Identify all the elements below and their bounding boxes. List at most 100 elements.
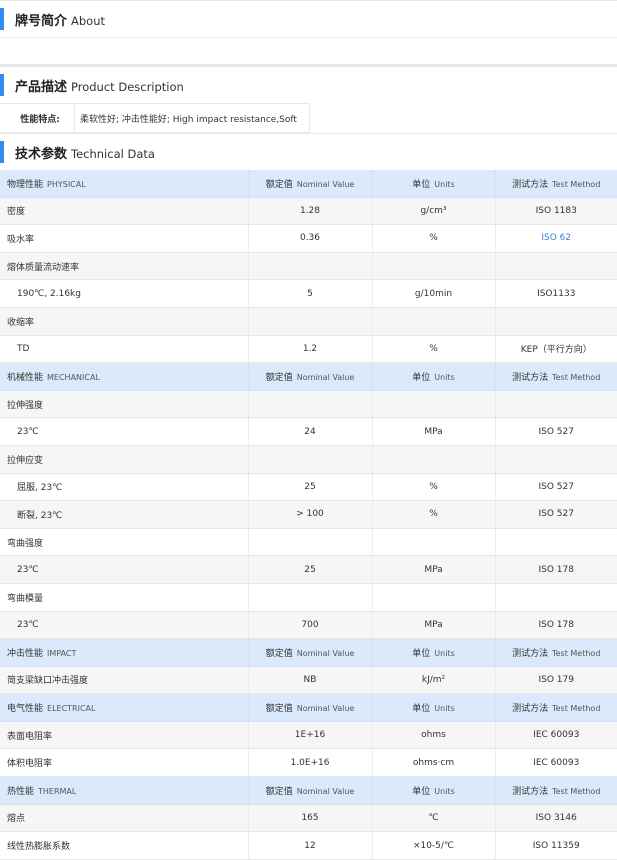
unit-value (372, 528, 496, 557)
test-method: ISO 179 (495, 666, 617, 695)
nominal-header: 额定值 Nominal Value (248, 776, 373, 805)
units-header-zh: 单位 (412, 179, 431, 190)
nominal-header-zh: 额定值 (265, 179, 293, 190)
unit-value: g/10min (372, 279, 496, 308)
table-row: 弯曲模量 (0, 583, 617, 612)
nominal-value: 700 (248, 611, 373, 640)
group-header-row: 热性能 THERMAL 额定值 Nominal Value 单位 Units 测试方法 Tes… (0, 776, 617, 805)
property-name: 190℃, 2.16kg (0, 279, 249, 308)
table-row: 断裂, 23℃ > 100% ISO 527 (0, 500, 617, 529)
unit-value: ×10-5/℃ (372, 831, 496, 860)
test-method (495, 307, 617, 336)
units-header-en: Units (434, 648, 455, 658)
section-accent-bar (0, 141, 4, 163)
about-title-en: About (71, 13, 106, 28)
test-method: ISO 527 (495, 417, 617, 446)
unit-value (372, 390, 496, 419)
nominal-header: 额定值 Nominal Value (248, 362, 373, 391)
units-header-zh: 单位 (412, 786, 431, 797)
group-header-row: 冲击性能 IMPACT 额定值 Nominal Value 单位 Units 测试方法 Tes… (0, 638, 617, 667)
tech-title: 技术参数 Technical Data (15, 143, 155, 162)
unit-value: % (372, 500, 496, 529)
unit-value: ℃ (372, 804, 496, 833)
test-method: KEP（平行方向） (495, 335, 617, 364)
method-header-zh: 测试方法 (512, 648, 549, 659)
about-body (0, 37, 617, 66)
tech-section: 技术参数 Technical Data 物理性能 PHYSICAL 额定值 Nomina… (0, 133, 617, 860)
unit-value (372, 583, 496, 612)
nominal-header-en: Nominal Value (296, 704, 355, 714)
group-header-row: 电气性能 ELECTRICAL 额定值 Nominal Value 单位 Units 测试方… (0, 693, 617, 722)
nominal-value: 12 (248, 831, 373, 860)
test-method: ISO1133 (495, 279, 617, 308)
table-row: 表面电阻率 1E+16 ohms IEC 60093 (0, 721, 617, 750)
method-header: 测试方法 Test Method (495, 693, 617, 722)
unit-value: % (372, 473, 496, 502)
group-title-zh: 电气性能 (7, 704, 44, 715)
unit-value: % (372, 224, 496, 253)
about-header: 牌号简介 About (0, 0, 617, 37)
unit-value: % (372, 335, 496, 364)
test-method: ISO 11359 (495, 831, 617, 860)
property-name: 屈服, 23℃ (0, 473, 249, 502)
product-section: 产品描述 Product Description 性能特点: 柔软性好; 冲击性能… (0, 66, 617, 133)
units-header-zh: 单位 (412, 372, 431, 383)
nominal-value: 1E+16 (248, 721, 373, 750)
unit-value: MPa (372, 417, 496, 446)
units-header: 单位 Units (372, 776, 496, 805)
group-title: 物理性能 PHYSICAL (0, 170, 249, 198)
units-header: 单位 Units (372, 362, 496, 391)
property-name: 表面电阻率 (0, 721, 249, 750)
method-header: 测试方法 Test Method (495, 638, 617, 667)
units-header-en: Units (434, 786, 455, 796)
group-header-row: 物理性能 PHYSICAL 额定值 Nominal Value 单位 Units 测试方法 T… (0, 170, 617, 198)
property-name: 熔点 (0, 804, 249, 833)
property-name: 拉伸强度 (0, 390, 249, 419)
table-row: 23℃ 24 MPa ISO 527 (0, 417, 617, 446)
table-row: 熔点 165 ℃ ISO 3146 (0, 804, 617, 833)
method-header: 测试方法 Test Method (495, 776, 617, 805)
nominal-value: 165 (248, 804, 373, 833)
group-title-en: ELECTRICAL (47, 704, 96, 714)
nominal-value (248, 390, 373, 419)
test-method: ISO 178 (495, 611, 617, 640)
test-method-link[interactable]: ISO 62 (495, 224, 617, 253)
property-name: 弯曲强度 (0, 528, 249, 557)
nominal-value: 5 (248, 279, 373, 308)
method-header: 测试方法 Test Method (495, 170, 617, 198)
nominal-header-zh: 额定值 (265, 704, 293, 715)
unit-value: MPa (372, 555, 496, 584)
table-row: TD 1.2% KEP（平行方向） (0, 335, 617, 364)
nominal-header-en: Nominal Value (296, 372, 355, 382)
method-header-zh: 测试方法 (512, 704, 549, 715)
property-name: 熔体质量流动速率 (0, 252, 249, 281)
nominal-value: 1.28 (248, 197, 373, 226)
property-name: 断裂, 23℃ (0, 500, 249, 529)
nominal-value (248, 583, 373, 612)
test-method (495, 252, 617, 281)
nominal-value (248, 307, 373, 336)
property-name: 收缩率 (0, 307, 249, 336)
table-row: 密度 1.28 g/cm³ ISO 1183 (0, 197, 617, 226)
units-header: 单位 Units (372, 638, 496, 667)
group-title-en: THERMAL (38, 786, 77, 796)
units-header-en: Units (434, 372, 455, 382)
method-header-zh: 测试方法 (512, 372, 549, 383)
table-row: 线性热膨胀系数 12 ×10-5/℃ ISO 11359 (0, 831, 617, 860)
units-header: 单位 Units (372, 693, 496, 722)
features-row: 性能特点: 柔软性好; 冲击性能好; High impact resistanc… (0, 103, 310, 133)
property-name: 线性热膨胀系数 (0, 831, 249, 860)
group-header-row: 机械性能 MECHANICAL 额定值 Nominal Value 单位 Units 测试方… (0, 362, 617, 391)
nominal-value: NB (248, 666, 373, 695)
test-method: ISO 1183 (495, 197, 617, 226)
nominal-value: 0.36 (248, 224, 373, 253)
nominal-header-zh: 额定值 (265, 648, 293, 659)
property-name: 拉伸应变 (0, 445, 249, 474)
features-value: 柔软性好; 冲击性能好; High impact resistance,Soft (75, 104, 310, 132)
unit-value: ohms·cm (372, 748, 496, 778)
nominal-value: > 100 (248, 500, 373, 529)
nominal-value: 25 (248, 555, 373, 584)
features-label: 性能特点: (0, 104, 75, 132)
units-header-en: Units (434, 179, 455, 189)
nominal-header: 额定值 Nominal Value (248, 638, 373, 667)
